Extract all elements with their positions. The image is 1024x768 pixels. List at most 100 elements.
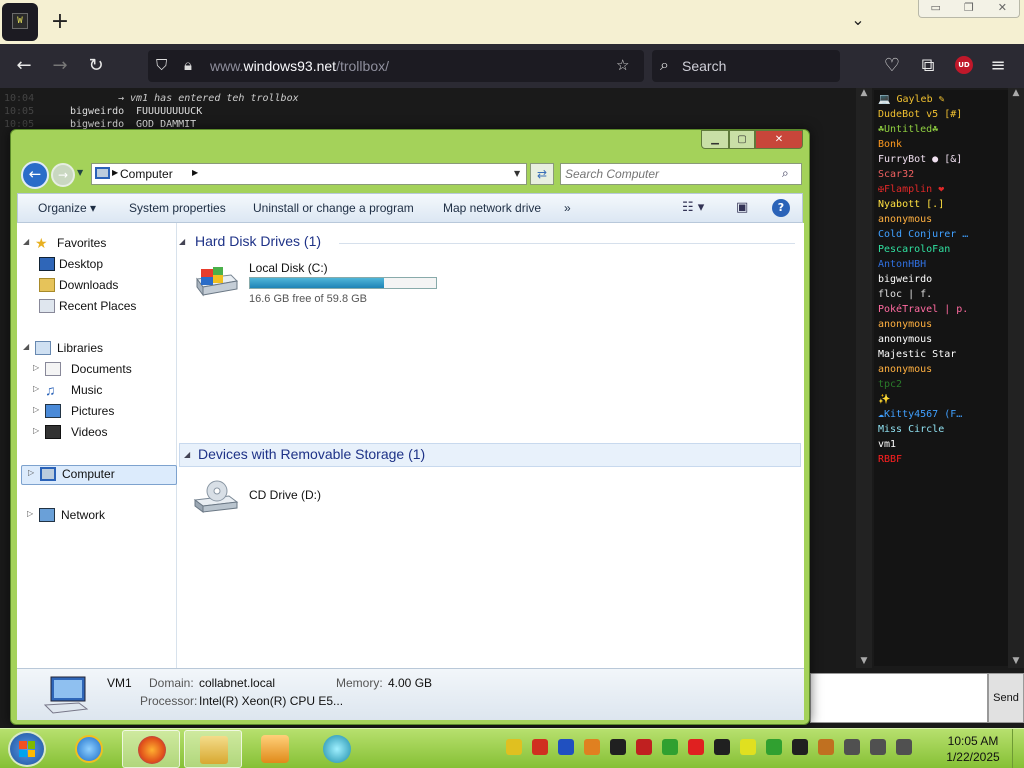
chat-scrollbar[interactable]: ▲ ▼ xyxy=(856,88,872,668)
vm-close-button[interactable]: ✕ xyxy=(986,0,1019,17)
maximize-button[interactable]: ▢ xyxy=(729,130,755,149)
user-list-item[interactable]: Nyabott [.] xyxy=(878,199,1008,214)
scroll-down-icon[interactable]: ▼ xyxy=(856,656,872,666)
user-list-item[interactable]: FurryBot ● [&] xyxy=(878,154,1008,169)
system-properties-button[interactable]: System properties xyxy=(129,201,226,215)
search-icon[interactable]: ⌕ xyxy=(782,166,789,181)
tray-app-icon[interactable] xyxy=(688,739,704,755)
nav-music[interactable]: ▷ ♫ Music xyxy=(33,382,173,400)
user-list-item[interactable]: Scar32 xyxy=(878,169,1008,184)
taskbar-firefox[interactable] xyxy=(122,730,180,768)
taskbar-windows-explorer[interactable] xyxy=(184,730,242,768)
tracking-shield-icon[interactable]: ⛉ xyxy=(156,56,167,74)
tray-app-icon[interactable] xyxy=(532,739,548,755)
breadcrumb-arrow-icon[interactable]: ▶ xyxy=(192,168,198,177)
expand-icon[interactable]: ▷ xyxy=(33,405,39,414)
nav-pictures[interactable]: ▷ Pictures xyxy=(33,403,173,421)
clock[interactable]: 10:05 AM 1/22/2025 xyxy=(940,733,1006,765)
browser-tab-trollbox[interactable]: W xyxy=(2,3,38,41)
user-list-scrollbar[interactable]: ▲ ▼ xyxy=(1008,88,1024,668)
action-center-flag-icon[interactable] xyxy=(870,739,886,755)
user-list-item[interactable]: PokéTravel | p. xyxy=(878,304,1008,319)
tray-app-icon[interactable] xyxy=(792,739,808,755)
url-bar[interactable]: ⛉ 🔒︎ www.windows93.net/trollbox/ ☆ xyxy=(148,50,644,82)
nav-downloads[interactable]: Downloads xyxy=(39,277,173,295)
nav-computer[interactable]: ▷ Computer xyxy=(21,465,177,485)
tray-app-icon[interactable] xyxy=(714,739,730,755)
expand-icon[interactable]: ▷ xyxy=(33,426,39,435)
extensions-icon[interactable]: ⧉ xyxy=(914,52,942,80)
search-input[interactable] xyxy=(565,166,775,182)
user-list-item[interactable]: Miss Circle xyxy=(878,424,1008,439)
browser-search-box[interactable]: ⌕ Search xyxy=(652,50,840,82)
show-desktop-button[interactable] xyxy=(1012,729,1024,768)
tray-app-icon[interactable] xyxy=(662,739,678,755)
menu-hamburger-icon[interactable]: ≡ xyxy=(984,52,1012,80)
expand-icon[interactable]: ▷ xyxy=(33,363,39,372)
user-list-item[interactable]: vm1 xyxy=(878,439,1008,454)
volume-icon[interactable] xyxy=(896,739,912,755)
recent-pages-dropdown-icon[interactable]: ▼ xyxy=(77,168,83,177)
preview-pane-icon[interactable]: ▣ xyxy=(736,200,748,215)
collapse-icon[interactable]: ◢ xyxy=(23,237,29,246)
uninstall-program-button[interactable]: Uninstall or change a program xyxy=(253,201,414,215)
scroll-up-icon[interactable]: ▲ xyxy=(856,88,872,98)
user-list-item[interactable]: DudeBot v5 [#] xyxy=(878,109,1008,124)
taskbar-internet-explorer[interactable] xyxy=(60,730,118,768)
tray-app-icon[interactable] xyxy=(610,739,626,755)
user-list-item[interactable]: tpc2 xyxy=(878,379,1008,394)
send-button[interactable]: Send xyxy=(988,673,1024,723)
user-list-item[interactable]: ☘Untitled☘ xyxy=(878,124,1008,139)
tray-app-icon[interactable] xyxy=(818,739,834,755)
user-list-item[interactable]: anonymous xyxy=(878,214,1008,229)
chat-message-input[interactable] xyxy=(810,673,988,723)
url-text[interactable]: www.windows93.net/trollbox/ xyxy=(210,58,389,74)
collapse-group-icon[interactable]: ◢ xyxy=(179,237,185,246)
user-list-item[interactable]: RBBF xyxy=(878,454,1008,469)
map-network-drive-button[interactable]: Map network drive xyxy=(443,201,541,215)
nav-recent-places[interactable]: Recent Places xyxy=(39,298,173,316)
address-bar[interactable]: ▶ Computer ▶ ▼ xyxy=(91,163,527,185)
user-list-item[interactable]: anonymous xyxy=(878,319,1008,334)
close-button[interactable]: ✕ xyxy=(755,130,803,149)
expand-icon[interactable]: ▷ xyxy=(27,509,33,518)
user-list-item[interactable]: AntonHBH xyxy=(878,259,1008,274)
group-hard-disk-drives[interactable]: ◢ Hard Disk Drives (1) xyxy=(179,231,801,255)
user-list-item[interactable]: anonymous xyxy=(878,364,1008,379)
group-removable-storage[interactable]: ◢ Devices with Removable Storage (1) xyxy=(179,443,801,467)
scroll-up-icon[interactable]: ▲ xyxy=(1008,88,1024,98)
nav-network[interactable]: ▷ Network xyxy=(27,507,177,525)
help-icon[interactable]: ? xyxy=(772,199,790,217)
collapse-group-icon[interactable]: ◢ xyxy=(184,450,190,459)
change-view-icon[interactable]: ☷ ▾ xyxy=(682,200,704,215)
expand-icon[interactable]: ▷ xyxy=(33,384,39,393)
network-status-icon[interactable] xyxy=(844,739,860,755)
user-list-item[interactable]: anonymous xyxy=(878,334,1008,349)
explorer-search-box[interactable]: ⌕ xyxy=(560,163,802,185)
user-list-item[interactable]: ✨ xyxy=(878,394,1008,409)
user-list-item[interactable]: Majestic Star xyxy=(878,349,1008,364)
nav-libraries[interactable]: ◢ Libraries xyxy=(23,340,173,358)
start-button[interactable] xyxy=(8,731,46,767)
back-button[interactable]: ← xyxy=(21,161,49,189)
bookmark-star-icon[interactable]: ☆ xyxy=(616,56,629,74)
organize-button[interactable]: Organize ▾ xyxy=(38,201,96,215)
tray-app-icon[interactable] xyxy=(636,739,652,755)
tray-app-icon[interactable] xyxy=(584,739,600,755)
more-commands-button[interactable]: » xyxy=(564,201,571,215)
new-tab-button[interactable]: + xyxy=(48,8,72,36)
collapse-icon[interactable]: ◢ xyxy=(23,342,29,351)
tray-app-icon[interactable] xyxy=(766,739,782,755)
user-list-item[interactable]: bigweirdo xyxy=(878,274,1008,289)
tray-app-icon[interactable] xyxy=(506,739,522,755)
reload-icon[interactable]: ↻ xyxy=(82,52,110,80)
expand-icon[interactable]: ▷ xyxy=(28,468,34,477)
breadcrumb-computer[interactable]: Computer xyxy=(120,167,173,181)
forward-icon[interactable]: → xyxy=(46,52,74,80)
list-all-tabs-button[interactable]: ⌄ xyxy=(846,10,870,34)
tray-app-icon[interactable] xyxy=(558,739,574,755)
taskbar-app-circle[interactable] xyxy=(308,730,366,768)
back-icon[interactable]: ← xyxy=(10,52,38,80)
taskbar-media-player[interactable] xyxy=(246,730,304,768)
user-list-item[interactable]: Cold Conjurer … xyxy=(878,229,1008,244)
